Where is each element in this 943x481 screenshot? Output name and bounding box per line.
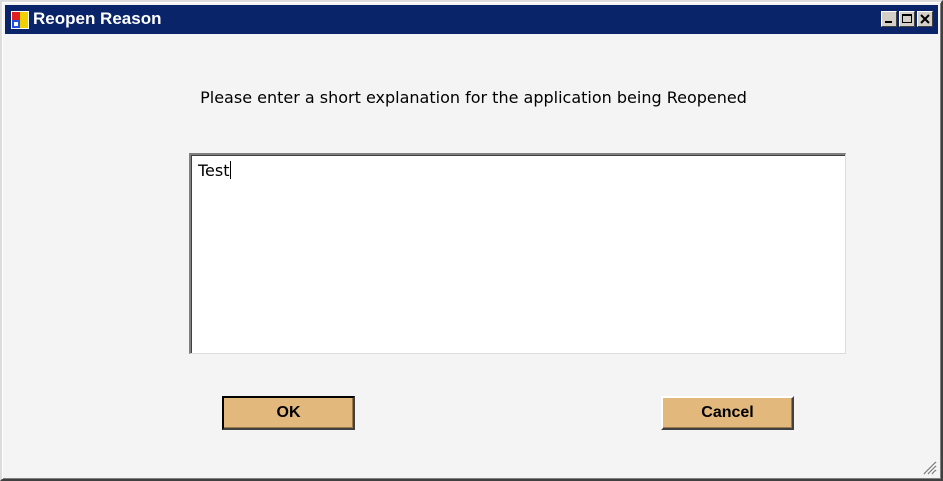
ok-label: OK (276, 404, 301, 421)
cancel-button[interactable]: Cancel (661, 396, 794, 430)
close-icon (920, 14, 930, 24)
reopen-reason-dialog: Reopen Reason Please enter a short expla… (0, 0, 943, 481)
minimize-icon (885, 21, 892, 23)
cancel-label: Cancel (701, 404, 754, 421)
resize-grip-icon[interactable] (921, 459, 937, 475)
text-caret (229, 161, 231, 179)
minimize-button[interactable] (881, 11, 897, 27)
app-icon[interactable] (11, 11, 29, 29)
reason-text: Test (198, 161, 230, 180)
maximize-button[interactable] (899, 11, 915, 27)
prompt-label: Please enter a short explanation for the… (200, 88, 747, 107)
close-button[interactable] (917, 11, 933, 27)
reason-textarea[interactable]: Test (189, 153, 846, 354)
maximize-icon (902, 14, 912, 23)
title-bar[interactable]: Reopen Reason (5, 5, 938, 34)
window-title: Reopen Reason (33, 9, 162, 28)
ok-button[interactable]: OK (222, 396, 355, 430)
